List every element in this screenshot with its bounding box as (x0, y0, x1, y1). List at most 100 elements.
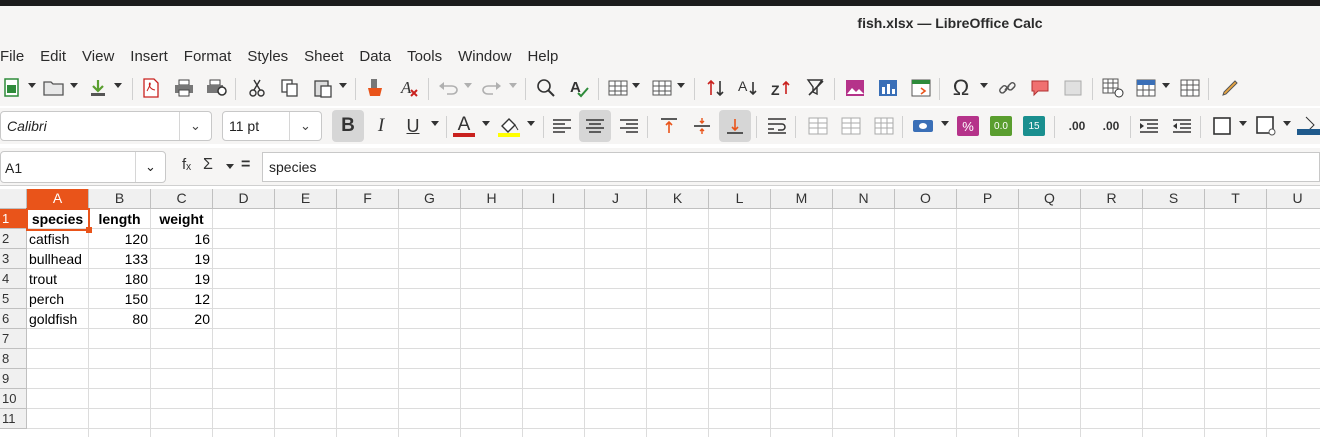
menu-format[interactable]: Format (176, 48, 240, 65)
menu-sheet[interactable]: Sheet (296, 48, 351, 65)
clear-formatting-icon[interactable]: A (397, 76, 421, 100)
paste-dropdown-icon[interactable] (339, 83, 347, 88)
redo-dropdown-icon[interactable] (509, 83, 517, 88)
column-header-u[interactable]: U (1267, 189, 1320, 209)
sum-icon[interactable]: Σ (203, 156, 213, 174)
new-dropdown-icon[interactable] (28, 83, 36, 88)
column-header-f[interactable]: F (337, 189, 399, 209)
show-draw-functions-icon[interactable] (1218, 76, 1242, 100)
open-folder-icon[interactable] (42, 76, 66, 100)
column-header-j[interactable]: J (585, 189, 647, 209)
data-cell[interactable]: 20 (151, 309, 212, 329)
data-cell[interactable]: 19 (151, 249, 212, 269)
font-color-dropdown-icon[interactable] (482, 121, 490, 126)
redo-icon[interactable] (480, 76, 504, 100)
number-format-button[interactable]: 0.0 (990, 116, 1012, 136)
chevron-down-icon[interactable]: ⌄ (289, 112, 321, 140)
new-document-icon[interactable] (0, 76, 24, 100)
select-all-corner[interactable] (0, 189, 27, 209)
currency-format-icon[interactable] (911, 114, 935, 138)
row-header-1[interactable]: 1 (0, 209, 27, 229)
pivot-table-icon[interactable] (909, 76, 933, 100)
column-header-l[interactable]: L (709, 189, 771, 209)
column-header-e[interactable]: E (275, 189, 337, 209)
percent-format-button[interactable]: % (957, 116, 979, 136)
column-header-t[interactable]: T (1205, 189, 1267, 209)
data-cell[interactable]: catfish (27, 229, 88, 249)
align-center-icon[interactable] (579, 110, 611, 142)
chevron-down-icon[interactable]: ⌄ (135, 152, 165, 182)
data-cell[interactable]: 150 (89, 289, 150, 309)
column-header-o[interactable]: O (895, 189, 957, 209)
font-size-combo[interactable]: 11 pt ⌄ (222, 111, 322, 141)
print-preview-icon[interactable] (205, 76, 229, 100)
merge-center-icon[interactable] (806, 114, 830, 138)
border-color-icon[interactable] (1296, 114, 1320, 138)
spelling-icon[interactable]: A (567, 76, 591, 100)
column-header-c[interactable]: C (151, 189, 213, 209)
sum-dropdown-icon[interactable] (226, 164, 234, 169)
column-header-r[interactable]: R (1081, 189, 1143, 209)
column-header-q[interactable]: Q (1019, 189, 1081, 209)
highlighting-dropdown-icon[interactable] (527, 121, 535, 126)
data-cell[interactable]: 180 (89, 269, 150, 289)
chevron-down-icon[interactable]: ⌄ (179, 112, 211, 140)
bold-button[interactable]: B (332, 110, 364, 142)
font-name-combo[interactable]: Calibri ⌄ (0, 111, 212, 141)
merge-cells-icon[interactable] (839, 114, 863, 138)
column-header-i[interactable]: I (523, 189, 585, 209)
data-cell[interactable]: trout (27, 269, 88, 289)
unmerge-cells-icon[interactable] (872, 114, 896, 138)
undo-dropdown-icon[interactable] (464, 83, 472, 88)
row-header-5[interactable]: 5 (0, 289, 27, 309)
borders-icon[interactable] (1210, 114, 1234, 138)
scientific-format-button[interactable]: 15 (1023, 116, 1045, 136)
increase-indent-icon[interactable] (1137, 114, 1161, 138)
special-character-icon[interactable]: Ω (949, 75, 973, 100)
function-wizard-icon[interactable]: fₓ (182, 156, 191, 173)
cut-icon[interactable] (245, 76, 269, 100)
undo-icon[interactable] (436, 76, 460, 100)
borders-dropdown-icon[interactable] (1239, 121, 1247, 126)
column-header-p[interactable]: P (957, 189, 1019, 209)
column-header-d[interactable]: D (213, 189, 275, 209)
data-cell[interactable]: 12 (151, 289, 212, 309)
border-style-dropdown-icon[interactable] (1283, 121, 1291, 126)
row-header-10[interactable]: 10 (0, 389, 27, 409)
data-cell[interactable]: 80 (89, 309, 150, 329)
column-header-n[interactable]: N (833, 189, 895, 209)
decrease-indent-icon[interactable] (1170, 114, 1194, 138)
copy-icon[interactable] (278, 76, 302, 100)
header-footer-icon[interactable] (1061, 76, 1085, 100)
column-header-k[interactable]: K (647, 189, 709, 209)
data-cell[interactable]: goldfish (27, 309, 88, 329)
header-cell[interactable]: weight (151, 209, 212, 229)
header-cell[interactable]: length (89, 209, 150, 229)
autofill-handle[interactable] (86, 227, 92, 233)
row-header-9[interactable]: 9 (0, 369, 27, 389)
spreadsheet-grid[interactable]: A B C D E F G H I J K L M N O P Q R S T U 1 2 3 4 5 6 7 8 9 10 11 specie… (0, 189, 1320, 437)
freeze-dropdown-icon[interactable] (1162, 83, 1170, 88)
data-cell[interactable]: perch (27, 289, 88, 309)
row-header-4[interactable]: 4 (0, 269, 27, 289)
add-decimal-button[interactable]: .00 (1063, 114, 1091, 138)
menu-window[interactable]: Window (450, 48, 519, 65)
italic-button[interactable]: I (369, 114, 393, 138)
data-cell[interactable]: 19 (151, 269, 212, 289)
menu-tools[interactable]: Tools (399, 48, 450, 65)
comment-icon[interactable] (1028, 76, 1052, 100)
underline-button[interactable]: U (401, 114, 425, 138)
save-icon[interactable] (86, 76, 110, 100)
paste-icon[interactable] (311, 76, 335, 100)
row-header-8[interactable]: 8 (0, 349, 27, 369)
column-header-b[interactable]: B (89, 189, 151, 209)
row-header-7[interactable]: 7 (0, 329, 27, 349)
insert-image-icon[interactable] (843, 76, 867, 100)
data-cell[interactable]: 120 (89, 229, 150, 249)
row-header-6[interactable]: 6 (0, 309, 27, 329)
row-header-11[interactable]: 11 (0, 409, 27, 429)
align-right-icon[interactable] (617, 114, 641, 138)
column-icon[interactable] (650, 76, 674, 100)
insert-chart-icon[interactable] (876, 76, 900, 100)
name-box[interactable]: A1 ⌄ (0, 151, 166, 183)
